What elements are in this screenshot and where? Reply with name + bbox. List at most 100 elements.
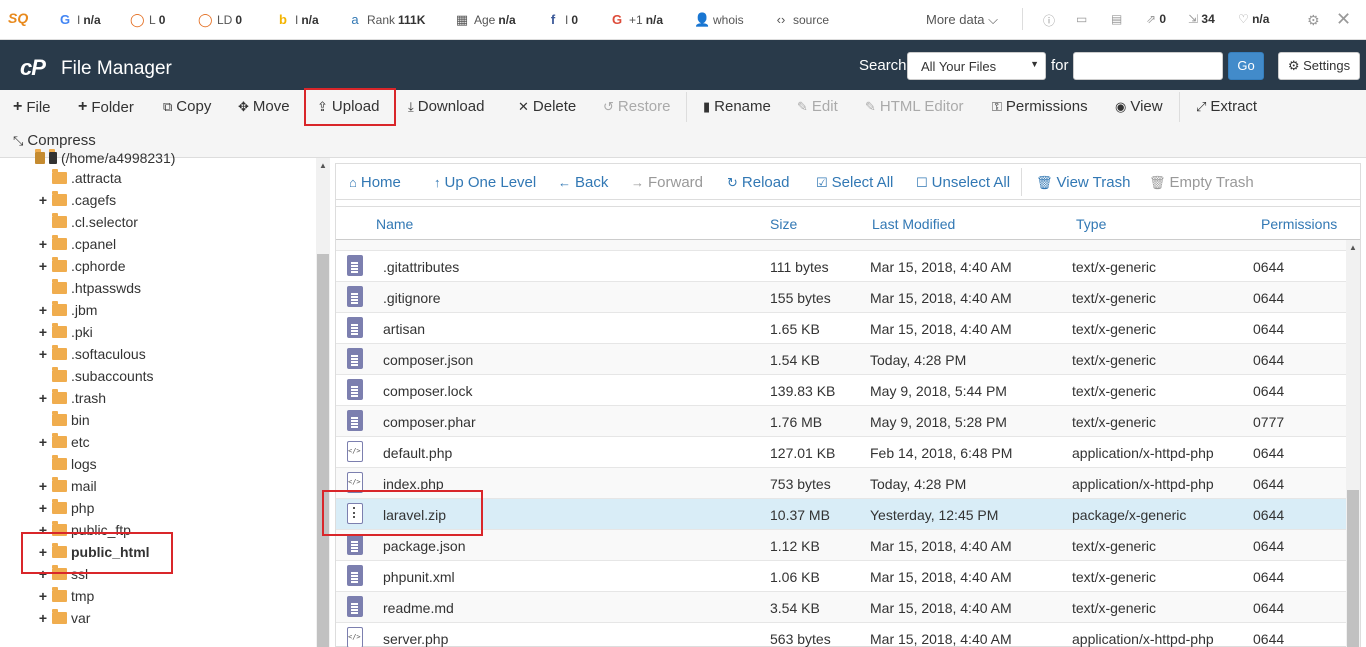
table-row[interactable]: phpunit.xml 1.06 KB Mar 15, 2018, 4:40 AM t… <box>336 561 1346 592</box>
info-icon[interactable]: ⓘ <box>1043 12 1055 29</box>
seo-bing-index[interactable]: b In/a <box>276 12 319 27</box>
column-header-name[interactable]: Name <box>376 216 413 232</box>
move-button[interactable]: ✥ Move <box>238 98 290 115</box>
new-file-button[interactable]: + File <box>13 98 51 116</box>
edit-button[interactable]: ✎ Edit <box>797 98 838 115</box>
tree-item[interactable]: .htpasswds <box>37 279 141 296</box>
tree-item[interactable]: .attracta <box>37 169 122 186</box>
cell-name[interactable]: composer.lock <box>383 383 472 399</box>
search-scope-select[interactable]: All Your Files ▼ <box>907 52 1046 80</box>
html-editor-button[interactable]: ✎ HTML Editor <box>865 98 964 115</box>
seo-age[interactable]: ▦ Age n/a <box>455 12 516 28</box>
seo-links[interactable]: ◯ L 0 <box>130 12 165 28</box>
gear-icon[interactable]: ⚙ <box>1307 12 1320 29</box>
tree-item[interactable]: .subaccounts <box>37 367 154 384</box>
seo-google-plus[interactable]: G +1 n/a <box>610 12 663 27</box>
cell-name[interactable]: composer.phar <box>383 414 476 430</box>
new-folder-button[interactable]: + Folder <box>78 98 134 116</box>
up-one-level-button[interactable]: ↑ Up One Level <box>434 174 536 191</box>
table-row[interactable]: composer.phar 1.76 MB May 9, 2018, 5:28 PM… <box>336 406 1346 437</box>
scroll-thumb[interactable] <box>317 254 329 647</box>
file-list-scrollbar[interactable]: ▲ <box>1346 240 1360 647</box>
monitor-icon[interactable]: ▭ <box>1076 12 1087 26</box>
cpanel-logo[interactable]: cP <box>20 55 46 81</box>
expand-plus-icon[interactable]: + <box>37 390 49 406</box>
expand-plus-icon[interactable]: + <box>37 610 49 626</box>
go-button[interactable]: Go <box>1228 52 1264 80</box>
seo-linking-domains[interactable]: ◯ LD 0 <box>198 12 242 28</box>
table-row[interactable]: index.php753 bytesToday, 4:28 PMapplicat… <box>336 468 1346 499</box>
internal-links-icon[interactable]: ⇲ 34 <box>1188 12 1215 26</box>
table-row[interactable]: laravel.zip 10.37 MB Yesterday, 12:45 PM pa… <box>336 499 1346 530</box>
close-icon[interactable]: ✕ <box>1336 9 1351 30</box>
seo-rank[interactable]: a Rank 111K <box>348 12 425 27</box>
tree-item[interactable]: logs <box>37 455 97 472</box>
table-row[interactable]: package.json 1.12 KB Mar 15, 2018, 4:40 AM… <box>336 530 1346 561</box>
tree-root-home[interactable]: (/home/a4998231) <box>35 149 175 166</box>
seo-google-index[interactable]: G In/a <box>58 12 101 27</box>
tree-item[interactable]: + etc <box>37 433 90 450</box>
restore-button[interactable]: ↺ Restore <box>603 98 670 115</box>
cell-name[interactable]: readme.md <box>383 600 454 616</box>
tree-scrollbar[interactable]: ▲ <box>316 158 330 647</box>
tree-item[interactable]: + tmp <box>37 587 94 604</box>
view-trash-button[interactable]: 🗑 View Trash <box>1036 174 1130 191</box>
cell-name[interactable]: composer.json <box>383 352 473 368</box>
tree-item[interactable]: + .cpanel <box>37 235 116 252</box>
column-header-last-modified[interactable]: Last Modified <box>872 216 955 232</box>
tree-item[interactable]: + php <box>37 499 94 516</box>
seo-whois[interactable]: 👤 whois <box>694 12 744 28</box>
table-row[interactable]: server.php 563 bytes Mar 15, 2018, 4:40 AM… <box>336 623 1346 647</box>
tree-item[interactable]: + .cagefs <box>37 191 116 208</box>
expand-plus-icon[interactable]: + <box>37 588 49 604</box>
seoquake-logo-icon[interactable]: SQ <box>8 10 28 28</box>
tree-item[interactable]: + .cphorde <box>37 257 125 274</box>
expand-plus-icon[interactable]: + <box>37 478 49 494</box>
tree-item[interactable]: + .jbm <box>37 301 97 318</box>
tree-item[interactable]: + .softaculous <box>37 345 146 362</box>
table-row[interactable]: readme.md 3.54 KB Mar 15, 2018, 4:40 AM tex… <box>336 592 1346 623</box>
tree-item[interactable]: + var <box>37 609 90 626</box>
scroll-up-icon[interactable]: ▲ <box>319 161 327 170</box>
scroll-thumb[interactable] <box>1347 490 1359 647</box>
cell-name[interactable]: .gitattributes <box>383 259 459 275</box>
delete-button[interactable]: ✕ Delete <box>518 98 576 115</box>
expand-plus-icon[interactable]: + <box>37 192 49 208</box>
tree-item[interactable]: bin <box>37 411 90 428</box>
reload-button[interactable]: ↻ Reload <box>727 174 789 191</box>
search-input[interactable] <box>1073 52 1223 80</box>
more-data-dropdown[interactable]: More data ⌵ <box>926 12 998 28</box>
home-button[interactable]: ⌂ Home <box>349 174 401 191</box>
table-row[interactable]: .gitignore 155 bytes Mar 15, 2018, 4:40 AM… <box>336 282 1346 313</box>
cell-name[interactable]: .gitignore <box>383 290 441 306</box>
forward-button[interactable]: → Forward <box>631 174 703 191</box>
table-row[interactable]: artisan 1.65 KB Mar 15, 2018, 4:40 AM text/… <box>336 313 1346 344</box>
tree-item[interactable]: .cl.selector <box>37 213 138 230</box>
table-row[interactable]: .gitattributes 111 bytes Mar 15, 2018, 4:4… <box>336 251 1346 282</box>
cell-name[interactable]: artisan <box>383 321 425 337</box>
scroll-up-icon[interactable]: ▲ <box>1349 243 1357 252</box>
copy-button[interactable]: ⧉ Copy <box>163 98 211 115</box>
table-row[interactable] <box>336 240 1346 251</box>
select-all-button[interactable]: ☑ Select All <box>816 174 893 191</box>
expand-plus-icon[interactable]: + <box>37 236 49 252</box>
cell-name[interactable]: default.php <box>383 445 452 461</box>
view-button[interactable]: ◉ View <box>1115 98 1163 115</box>
empty-trash-button[interactable]: 🗑 Empty Trash <box>1149 174 1254 191</box>
column-header-size[interactable]: Size <box>770 216 797 232</box>
compress-button[interactable]: ⤡ Compress <box>13 132 96 149</box>
extract-button[interactable]: ⤢ Extract <box>1196 98 1257 115</box>
expand-plus-icon[interactable]: + <box>37 258 49 274</box>
seo-facebook[interactable]: fI0 <box>546 12 578 27</box>
cell-name[interactable]: phpunit.xml <box>383 569 455 585</box>
rename-button[interactable]: ▮ Rename <box>703 98 771 115</box>
expand-plus-icon[interactable]: + <box>37 324 49 340</box>
table-row[interactable]: composer.lock 139.83 KB May 9, 2018, 5:44 … <box>336 375 1346 406</box>
table-row[interactable]: default.php 127.01 KB Feb 14, 2018, 6:48 P… <box>336 437 1346 468</box>
tree-item[interactable]: + .pki <box>37 323 93 340</box>
settings-button[interactable]: ⚙ Settings <box>1278 52 1360 80</box>
cell-name[interactable]: server.php <box>383 631 448 647</box>
seo-source[interactable]: ‹› source <box>774 12 829 27</box>
cell-name[interactable]: package.json <box>383 538 466 554</box>
expand-plus-icon[interactable]: + <box>37 346 49 362</box>
